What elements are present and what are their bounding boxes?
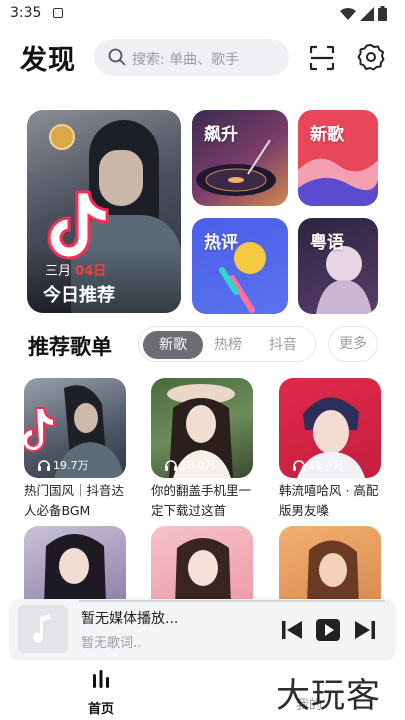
tab-hot-chart[interactable]: 热榜 xyxy=(198,331,258,359)
search-placeholder: 搜索: 单曲、歌手 xyxy=(132,52,240,68)
battery-icon xyxy=(378,6,387,21)
hot-comments-label: 热评 xyxy=(204,233,238,253)
tab-douyin[interactable]: 抖音 xyxy=(253,331,313,359)
cantonese-card[interactable]: 粤语 xyxy=(298,218,378,314)
diamond-badge-icon xyxy=(49,124,75,150)
hot-comments-card[interactable]: 热评 xyxy=(192,218,288,314)
date-month: 三月 xyxy=(45,264,72,279)
play-count: 11.4万 xyxy=(293,457,344,473)
recommend-tabs: 新歌 热榜 抖音 xyxy=(138,326,316,362)
daily-recommend-label: 今日推荐 xyxy=(43,285,115,306)
daily-recommend-card[interactable]: 三月 04日 今日推荐 xyxy=(27,110,181,313)
status-icons xyxy=(340,6,387,21)
header: 发现 搜索: 单曲、歌手 xyxy=(0,36,405,82)
featured-cards: 三月 04日 今日推荐 飙升 新歌 热评 粤语 xyxy=(0,110,405,315)
playlist-artwork xyxy=(307,540,359,606)
recommend-header: 推荐歌单 新歌 热榜 抖音 更多 xyxy=(0,325,405,365)
playlist-grid-row-2 xyxy=(0,526,405,606)
playlist-title: 你的翻盖手机里一定下载过这首 xyxy=(151,483,252,518)
recommend-title: 推荐歌单 xyxy=(28,335,112,359)
status-time: 3:35 xyxy=(10,5,42,21)
playlist-title: 热门国风｜抖音达人必备BGM xyxy=(24,483,125,518)
new-songs-label: 新歌 xyxy=(310,125,344,145)
play-count-value: 18.0万 xyxy=(180,459,216,472)
playlist-artwork xyxy=(44,534,106,606)
equalizer-icon xyxy=(93,670,109,688)
notification-icon xyxy=(53,8,63,18)
play-icon[interactable] xyxy=(316,619,340,641)
cantonese-label: 粤语 xyxy=(310,233,344,253)
wifi-icon xyxy=(340,7,356,20)
headphones-icon xyxy=(293,459,305,471)
playlist-card[interactable] xyxy=(151,526,253,606)
playlist-card[interactable] xyxy=(24,526,126,606)
playlist-artwork xyxy=(175,538,231,606)
previous-track-icon[interactable] xyxy=(280,619,304,641)
nav-home[interactable]: 首页 xyxy=(80,668,122,717)
more-button[interactable]: 更多 xyxy=(328,326,378,362)
new-songs-card[interactable]: 新歌 xyxy=(298,110,378,206)
tiktok-logo-icon xyxy=(47,190,109,260)
mini-player[interactable]: 暂无媒体播放... 暂无歌词.. xyxy=(11,599,394,659)
search-bar[interactable]: 搜索: 单曲、歌手 xyxy=(94,39,289,76)
headphones-icon xyxy=(38,459,50,471)
watermark-logo: 大玩客 xyxy=(276,676,381,716)
date-line: 三月 04日 xyxy=(45,260,106,279)
chart-rising-label: 飙升 xyxy=(204,125,238,145)
page-title: 发现 xyxy=(20,45,76,76)
player-title: 暂无媒体播放... xyxy=(81,611,179,627)
playlist-cover: 11.4万 xyxy=(279,378,381,478)
nav-home-label: 首页 xyxy=(87,702,114,717)
signal-icon xyxy=(360,6,374,21)
play-count-value: 19.7万 xyxy=(53,459,89,472)
search-icon xyxy=(108,48,126,66)
playlist-card[interactable] xyxy=(279,526,381,606)
player-lyric: 暂无歌词.. xyxy=(81,636,142,651)
scan-icon[interactable] xyxy=(308,44,336,72)
player-progress-bar[interactable] xyxy=(79,600,385,602)
playlist-cover: 18.0万 xyxy=(151,378,253,478)
music-note-icon xyxy=(33,614,50,643)
play-count-value: 11.4万 xyxy=(308,459,344,472)
play-count: 19.7万 xyxy=(38,457,89,473)
chart-rising-card[interactable]: 飙升 xyxy=(192,110,288,206)
tab-new-songs[interactable]: 新歌 xyxy=(143,331,203,359)
player-artwork xyxy=(18,605,68,653)
status-bar: 3:35 xyxy=(0,0,405,28)
next-track-icon[interactable] xyxy=(353,619,377,641)
playlist-title: 韩流嘻哈风 · 高配版男友嗓 xyxy=(279,483,379,518)
date-day: 04日 xyxy=(75,264,107,279)
headphones-icon xyxy=(165,459,177,471)
playlist-cover: 19.7万 xyxy=(24,378,126,478)
settings-gear-icon[interactable] xyxy=(356,42,386,72)
play-count: 18.0万 xyxy=(165,457,216,473)
